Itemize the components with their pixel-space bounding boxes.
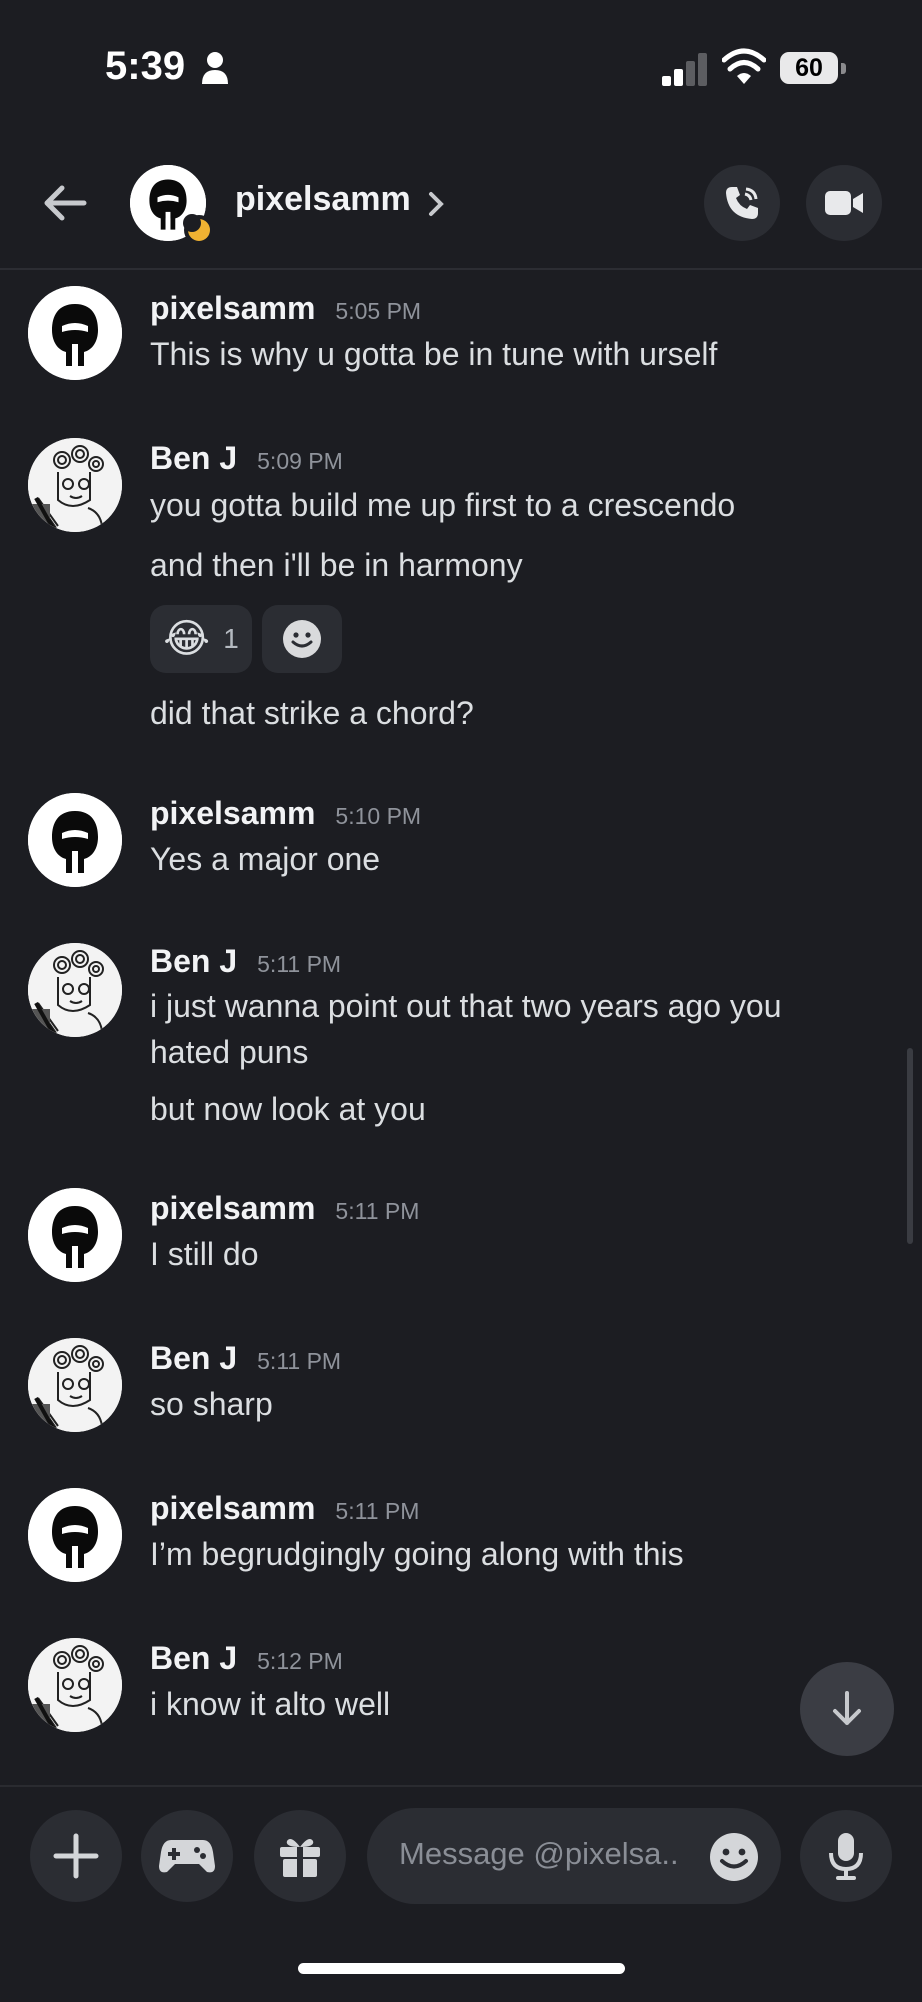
message-text: so sharp	[150, 1386, 273, 1422]
idle-status-icon	[183, 214, 214, 245]
message-header: pixelsamm 5:10 PM	[150, 795, 421, 835]
smiley-icon	[283, 620, 321, 658]
microphone-icon	[829, 1833, 863, 1880]
status-time: 5:39	[105, 44, 186, 88]
message-header: pixelsamm 5:11 PM	[150, 1490, 419, 1530]
battery-level: 60	[780, 52, 838, 84]
header-username[interactable]: pixelsamm	[235, 180, 411, 219]
author-name[interactable]: pixelsamm	[150, 1190, 315, 1227]
message-header: Ben J 5:12 PM	[150, 1640, 343, 1680]
message-text: i know it alto well	[150, 1686, 391, 1722]
chevron-right-icon[interactable]	[426, 190, 446, 218]
message-placeholder: Message @pixelsa..	[399, 1836, 679, 1871]
author-name[interactable]: Ben J	[150, 1340, 237, 1377]
message-text: you gotta build me up first to a crescen…	[150, 487, 736, 523]
avatar[interactable]	[28, 1488, 122, 1582]
message-text: I still do	[150, 1236, 259, 1272]
avatar[interactable]	[28, 286, 122, 380]
timestamp: 5:11 PM	[335, 1498, 420, 1524]
video-call-button[interactable]	[806, 165, 882, 241]
video-camera-icon	[825, 191, 863, 215]
add-reaction-button[interactable]	[262, 605, 342, 673]
reaction-bar: 😂 1	[150, 605, 342, 673]
home-indicator[interactable]	[298, 1963, 625, 1974]
message-header: Ben J 5:11 PM	[150, 1340, 341, 1380]
voice-call-button[interactable]	[704, 165, 780, 241]
message-text: This is why u gotta be in tune with urse…	[150, 336, 718, 372]
plus-icon	[53, 1833, 99, 1879]
message-text: and then i'll be in harmony	[150, 547, 523, 583]
message-text: i just wanna point out that two years ag…	[150, 988, 782, 1070]
author-name[interactable]: pixelsamm	[150, 795, 315, 832]
avatar[interactable]	[28, 1638, 122, 1732]
activities-button[interactable]	[141, 1810, 233, 1902]
message-text: but now look at you	[150, 1091, 426, 1127]
message-text: I’m begrudgingly going along with this	[150, 1536, 684, 1572]
phone-icon	[726, 187, 758, 219]
status-bar: 5:39 60	[0, 0, 922, 140]
arrow-down-icon	[833, 1691, 861, 1725]
timestamp: 5:11 PM	[257, 951, 342, 977]
message-input[interactable]: Message @pixelsa..	[367, 1808, 781, 1904]
message-header: pixelsamm 5:05 PM	[150, 290, 421, 330]
smiley-icon[interactable]	[709, 1832, 759, 1882]
header-avatar[interactable]	[130, 165, 214, 245]
avatar[interactable]	[28, 1338, 122, 1432]
jump-to-present-button[interactable]	[800, 1662, 894, 1756]
timestamp: 5:10 PM	[335, 803, 422, 829]
scrollbar[interactable]	[907, 1048, 913, 1244]
dm-header: pixelsamm	[0, 140, 922, 270]
author-name[interactable]: Ben J	[150, 1640, 237, 1677]
gift-icon	[280, 1839, 320, 1877]
message-header: Ben J 5:09 PM	[150, 440, 343, 480]
author-name[interactable]: pixelsamm	[150, 1490, 315, 1527]
message-text: Yes a major one	[150, 841, 381, 877]
add-attachment-button[interactable]	[30, 1810, 122, 1902]
timestamp: 5:05 PM	[335, 298, 422, 324]
avatar[interactable]	[28, 793, 122, 887]
wifi-icon	[722, 48, 766, 84]
reaction-count: 1	[223, 623, 239, 654]
author-name[interactable]: Ben J	[150, 440, 237, 477]
tears-of-joy-emoji: 😂	[163, 617, 210, 661]
battery-indicator: 60	[780, 52, 846, 86]
avatar[interactable]	[28, 1188, 122, 1282]
message-header: pixelsamm 5:11 PM	[150, 1190, 419, 1230]
gamepad-icon	[159, 1840, 215, 1873]
voice-message-button[interactable]	[800, 1810, 892, 1902]
person-icon	[202, 52, 228, 84]
timestamp: 5:11 PM	[257, 1348, 342, 1374]
cellular-signal-icon	[662, 53, 707, 86]
timestamp: 5:09 PM	[257, 448, 343, 474]
author-name[interactable]: Ben J	[150, 943, 237, 980]
avatar[interactable]	[28, 943, 122, 1037]
gift-button[interactable]	[254, 1810, 346, 1902]
author-name[interactable]: pixelsamm	[150, 290, 315, 327]
arrow-left-icon[interactable]	[40, 178, 90, 228]
reaction-chip[interactable]: 😂 1	[150, 605, 252, 673]
timestamp: 5:12 PM	[257, 1648, 343, 1674]
message-header: Ben J 5:11 PM	[150, 943, 341, 983]
avatar[interactable]	[28, 438, 122, 532]
message-text: did that strike a chord?	[150, 695, 474, 731]
timestamp: 5:11 PM	[335, 1198, 420, 1224]
